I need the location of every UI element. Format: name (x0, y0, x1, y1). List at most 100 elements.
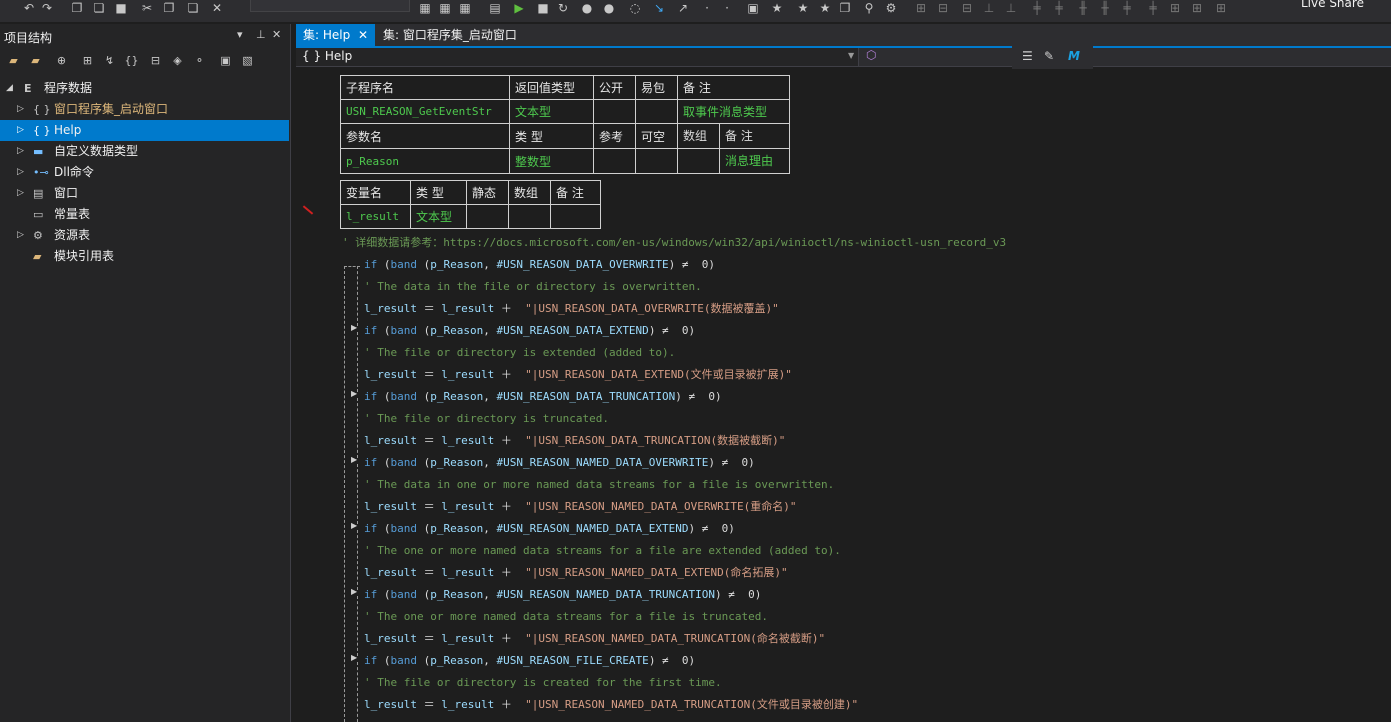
build4-icon[interactable]: ▤ (488, 2, 502, 14)
return-type-cell[interactable]: 文本型 (509, 99, 594, 124)
build3-icon[interactable]: ▦ (458, 2, 472, 14)
align8-icon[interactable]: ╫ (1076, 2, 1090, 14)
static-cell[interactable] (466, 204, 509, 229)
step2-icon[interactable]: ● (602, 2, 616, 14)
folder2-icon[interactable]: ▰ (28, 54, 43, 68)
tab-startup-window[interactable]: 集: 窗口程序集_启动窗口 (375, 24, 525, 46)
build-icon[interactable]: ▦ (418, 2, 432, 14)
run-icon[interactable]: ▶ (512, 2, 526, 14)
code-if-line[interactable]: if (band (p_Reason, #USN_REASON_NAMED_DA… (364, 520, 735, 538)
code-assign-line[interactable]: l_result ＝ l_result ＋ "|USN_REASON_NAMED… (364, 498, 797, 516)
code-comment-line[interactable]: ' The data in one or more named data str… (364, 476, 834, 494)
var-type-cell[interactable]: 文本型 (410, 204, 467, 229)
close-icon[interactable]: ✕ (272, 28, 281, 41)
save-icon[interactable]: ■ (114, 2, 128, 14)
restart-icon[interactable]: ↻ (556, 2, 570, 14)
collapsed-arrow-icon[interactable]: ▷ (17, 183, 24, 204)
window-icon[interactable]: ▣ (746, 2, 760, 14)
search-icon[interactable]: ⚲ (862, 2, 876, 14)
folder-icon[interactable]: ▰ (6, 54, 21, 68)
add-table-icon[interactable]: ⊟ (148, 54, 163, 68)
gear-icon[interactable]: ⚙ (884, 2, 898, 14)
expanded-arrow-icon[interactable]: ◢ (6, 78, 13, 99)
add-sub-icon[interactable]: ⊞ (80, 54, 95, 68)
bookmark-icon[interactable]: ★ (770, 2, 784, 14)
close-tab-icon[interactable]: ✕ (358, 24, 368, 46)
cube-icon[interactable]: ⬡ (866, 48, 876, 62)
step3-icon[interactable]: ◌ (628, 2, 642, 14)
align5-icon[interactable]: ⊥ (1004, 2, 1018, 14)
step5-icon[interactable]: ↗ (676, 2, 690, 14)
chevron-down-icon[interactable]: ▼ (848, 51, 854, 60)
tree-item-program-data[interactable]: ◢ E 程序数据 (0, 78, 289, 99)
step6-icon[interactable]: · (700, 2, 714, 14)
step-icon[interactable]: ● (580, 2, 594, 14)
m-logo-icon[interactable]: M (1068, 49, 1080, 63)
redo-icon[interactable]: ↷ (40, 2, 54, 14)
code-assign-line[interactable]: l_result ＝ l_result ＋ "|USN_REASON_DATA_… (364, 366, 792, 384)
code-comment-line[interactable]: ' The file or directory is truncated. (364, 410, 609, 428)
code-comment-line[interactable]: ' The file or directory is created for t… (364, 674, 722, 692)
step4-icon[interactable]: ↘ (652, 2, 666, 14)
add-image-icon[interactable]: ▧ (240, 54, 255, 68)
var-remark-cell[interactable] (550, 204, 601, 229)
code-if-line[interactable]: if (band (p_Reason, #USN_REASON_FILE_CRE… (364, 652, 695, 670)
config-combo[interactable] (250, 0, 410, 12)
collapsed-arrow-icon[interactable]: ▷ (17, 162, 24, 183)
tree-item-help[interactable]: ▷ { } Help (0, 120, 289, 141)
tree-item-startup-window[interactable]: ▷ { } 窗口程序集_启动窗口 (0, 99, 289, 120)
live-share-button[interactable]: Live Share (1301, 0, 1364, 10)
align11-icon[interactable]: ╪ (1146, 2, 1160, 14)
cut-icon[interactable]: ✂ (140, 2, 154, 14)
add-braces-icon[interactable]: {} (124, 54, 139, 68)
collapsed-arrow-icon[interactable]: ▷ (17, 120, 24, 141)
add-param-icon[interactable]: ↯ (102, 54, 117, 68)
close-x-icon[interactable]: ✕ (210, 2, 224, 14)
tab-help[interactable]: 集: Help ✕ (296, 24, 375, 46)
collapsed-arrow-icon[interactable]: ▷ (17, 225, 24, 246)
code-if-line[interactable]: if (band (p_Reason, #USN_REASON_NAMED_DA… (364, 586, 761, 604)
ref-cell[interactable] (593, 148, 636, 174)
bookmark4-icon[interactable]: ❐ (838, 2, 852, 14)
var-name-cell[interactable]: l_result (340, 204, 411, 229)
code-if-line[interactable]: if (band (p_Reason, #USN_REASON_NAMED_DA… (364, 454, 755, 472)
copy2-icon[interactable]: ❐ (162, 2, 176, 14)
align9-icon[interactable]: ╫ (1098, 2, 1112, 14)
add-window-icon[interactable]: ▣ (218, 54, 233, 68)
align6-icon[interactable]: ╪ (1030, 2, 1044, 14)
code-assign-line[interactable]: l_result ＝ l_result ＋ "|USN_REASON_DATA_… (364, 432, 785, 450)
code-comment-line[interactable]: ' The file or directory is extended (add… (364, 344, 675, 362)
align10-icon[interactable]: ╪ (1120, 2, 1134, 14)
code-assign-line[interactable]: l_result ＝ l_result ＋ "|USN_REASON_NAMED… (364, 630, 825, 648)
pin-icon[interactable]: ⊥ (256, 28, 266, 41)
format-icon[interactable]: ☰ (1022, 49, 1033, 63)
align-icon[interactable]: ⊞ (914, 2, 928, 14)
align4-icon[interactable]: ⊥ (982, 2, 996, 14)
easy-pack-cell[interactable] (635, 99, 678, 124)
step7-icon[interactable]: · (720, 2, 734, 14)
paste2-icon[interactable]: ❏ (186, 2, 200, 14)
code-comment-line[interactable]: ' The one or more named data streams for… (364, 608, 768, 626)
dropdown-icon[interactable]: ▾ (237, 28, 243, 41)
public-cell[interactable] (593, 99, 636, 124)
code-if-line[interactable]: if (band (p_Reason, #USN_REASON_DATA_EXT… (364, 322, 695, 340)
tree-item-dll[interactable]: ▷ •⊸ Dll命令 (0, 162, 289, 183)
tree-item-custom-types[interactable]: ▷ ▬ 自定义数据类型 (0, 141, 289, 162)
align13-icon[interactable]: ⊞ (1190, 2, 1204, 14)
param-remark-cell[interactable]: 消息理由 (720, 150, 789, 173)
align7-icon[interactable]: ╪ (1052, 2, 1066, 14)
array-cell[interactable] (679, 149, 720, 173)
add-var-icon[interactable]: ◈ (170, 54, 185, 68)
align12-icon[interactable]: ⊞ (1168, 2, 1182, 14)
collapsed-arrow-icon[interactable]: ▷ (17, 99, 24, 120)
code-assign-line[interactable]: l_result ＝ l_result ＋ "|USN_REASON_NAMED… (364, 564, 788, 582)
undo-icon[interactable]: ↶ (22, 2, 36, 14)
code-assign-line[interactable]: l_result ＝ l_result ＋ "|USN_REASON_DATA_… (364, 300, 779, 318)
build2-icon[interactable]: ▦ (438, 2, 452, 14)
tree-item-resources[interactable]: ▷ ⚙ 资源表 (0, 225, 289, 246)
code-if-line[interactable]: if (band (p_Reason, #USN_REASON_DATA_TRU… (364, 388, 722, 406)
edit-icon[interactable]: ✎ (1044, 49, 1054, 63)
sub-name-cell[interactable]: USN_REASON_GetEventStr (340, 99, 510, 124)
copy-icon[interactable]: ❐ (70, 2, 84, 14)
nullable-cell[interactable] (635, 148, 678, 174)
